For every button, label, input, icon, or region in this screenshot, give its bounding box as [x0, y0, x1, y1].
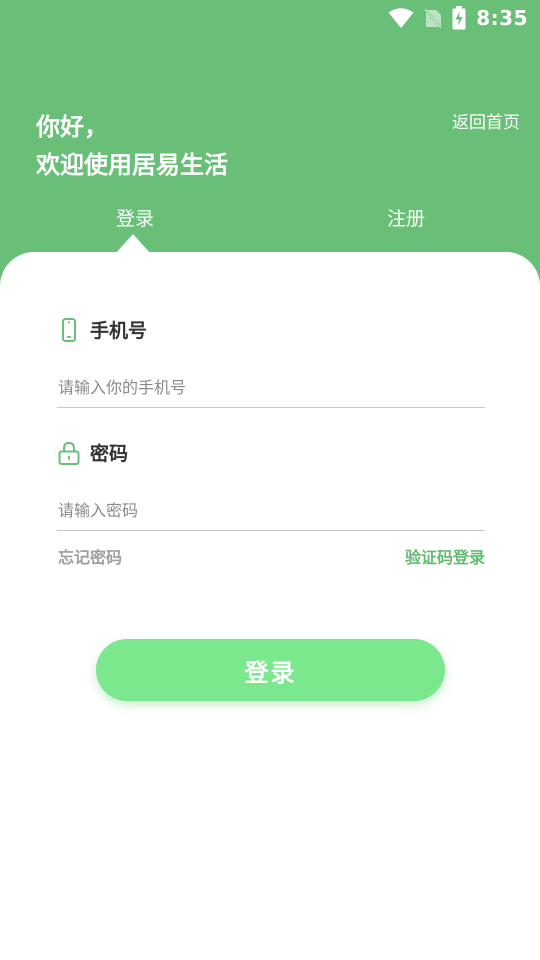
- phone-icon: [58, 317, 80, 342]
- greeting: 你好， 欢迎使用居易生活: [36, 108, 228, 184]
- back-home-link[interactable]: 返回首页: [452, 108, 520, 133]
- phone-label-text: 手机号: [90, 320, 148, 342]
- password-field-label: 密码: [58, 439, 128, 466]
- status-bar: 8:35: [388, 0, 540, 36]
- phone-field-label: 手机号: [58, 316, 147, 343]
- phone-input[interactable]: [57, 368, 485, 408]
- tab-register[interactable]: 注册: [387, 204, 425, 231]
- login-card: [0, 252, 540, 960]
- password-input[interactable]: [57, 491, 485, 531]
- status-time: 8:35: [476, 6, 528, 30]
- wifi-icon: [388, 7, 414, 29]
- greeting-line-1: 你好，: [36, 113, 108, 141]
- greeting-line-2: 欢迎使用居易生活: [36, 151, 228, 179]
- lock-icon: [58, 441, 80, 465]
- battery-charging-icon: [452, 6, 466, 30]
- no-sim-icon: [424, 7, 443, 29]
- tab-login[interactable]: 登录: [116, 204, 154, 231]
- active-tab-indicator: [115, 234, 151, 254]
- sms-login-link[interactable]: 验证码登录: [405, 544, 485, 568]
- forgot-password-link[interactable]: 忘记密码: [58, 544, 122, 568]
- login-button[interactable]: 登录: [96, 639, 445, 701]
- password-label-text: 密码: [90, 443, 129, 465]
